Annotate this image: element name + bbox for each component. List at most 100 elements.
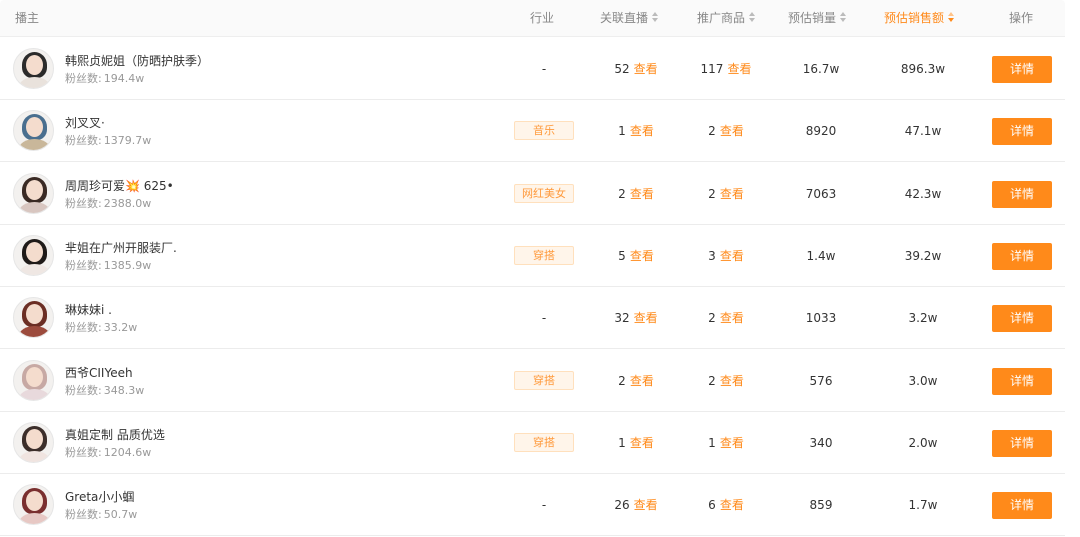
table-row: 韩熙贞妮姐（防晒护肤季） 粉丝数: 194.4w - 52 查看 117 查看 16.… xyxy=(0,38,1065,100)
table-row: 刘叉叉· 粉丝数: 1379.7w 音乐 1 查看 2 查看 8920 47.1w 详… xyxy=(0,100,1065,162)
revenue-cell: 1.7w xyxy=(908,498,938,512)
view-goods-link[interactable]: 查看 xyxy=(720,187,744,201)
industry-cell: 穿搭 xyxy=(514,225,574,287)
anchor-name[interactable]: 韩熙贞妮姐（防晒护肤季） xyxy=(65,52,209,69)
view-live-link[interactable]: 查看 xyxy=(630,249,654,263)
anchor-name[interactable]: 西爷CIIYeeh xyxy=(65,364,133,381)
view-live-link[interactable]: 查看 xyxy=(630,374,654,388)
industry-cell: - xyxy=(514,38,574,100)
fans-count: 粉丝数: 1379.7w xyxy=(65,132,151,148)
view-goods-link[interactable]: 查看 xyxy=(720,436,744,450)
sales-cell: 8920 xyxy=(805,124,837,138)
anchor-name[interactable]: 芈姐在广州开服装厂. xyxy=(65,239,177,256)
fans-count: 粉丝数: 1385.9w xyxy=(65,257,151,273)
live-count: 52 xyxy=(614,62,630,76)
goods-cell: 2 查看 xyxy=(686,350,766,412)
goods-count: 2 xyxy=(708,124,716,138)
column-sales-sort[interactable]: 预估销量 xyxy=(788,0,847,37)
view-live-link[interactable]: 查看 xyxy=(634,311,658,325)
avatar[interactable] xyxy=(13,360,54,401)
table-header: 播主 行业 关联直播 推广商品 预估销量 预估销售额 操作 xyxy=(0,0,1065,37)
live-count: 32 xyxy=(614,311,630,325)
sort-icon xyxy=(840,11,847,24)
fans-label: 粉丝数: xyxy=(65,321,102,334)
anchor-name[interactable]: 周周珍可爱💥 625• xyxy=(65,177,174,194)
avatar[interactable] xyxy=(13,235,54,276)
view-live-link[interactable]: 查看 xyxy=(630,436,654,450)
detail-button[interactable]: 详情 xyxy=(992,181,1052,208)
industry-tag: 穿搭 xyxy=(514,246,574,265)
goods-cell: 6 查看 xyxy=(686,474,766,536)
fans-count: 粉丝数: 194.4w xyxy=(65,70,144,86)
anchor-name[interactable]: 刘叉叉· xyxy=(65,114,105,131)
sort-icon xyxy=(948,11,955,24)
fans-count: 粉丝数: 2388.0w xyxy=(65,195,151,211)
table-row: Greta小小蝈 粉丝数: 50.7w - 26 查看 6 查看 859 1.7w 详… xyxy=(0,474,1065,536)
goods-cell: 2 查看 xyxy=(686,100,766,162)
revenue-cell: 3.0w xyxy=(908,374,938,388)
view-goods-link[interactable]: 查看 xyxy=(720,249,744,263)
industry-empty: - xyxy=(541,311,547,325)
goods-count: 2 xyxy=(708,311,716,325)
view-live-link[interactable]: 查看 xyxy=(634,62,658,76)
revenue-cell: 896.3w xyxy=(900,62,946,76)
view-live-link[interactable]: 查看 xyxy=(630,187,654,201)
avatar[interactable] xyxy=(13,484,54,525)
avatar[interactable] xyxy=(13,297,54,338)
industry-cell: 网红美女 xyxy=(514,163,574,225)
industry-tag: 穿搭 xyxy=(514,371,574,390)
fans-label: 粉丝数: xyxy=(65,446,102,459)
view-goods-link[interactable]: 查看 xyxy=(720,498,744,512)
avatar[interactable] xyxy=(13,110,54,151)
fans-count: 粉丝数: 348.3w xyxy=(65,382,144,398)
live-cell: 2 查看 xyxy=(596,163,676,225)
view-live-link[interactable]: 查看 xyxy=(630,124,654,138)
column-anchor: 播主 xyxy=(15,11,40,25)
detail-button[interactable]: 详情 xyxy=(992,243,1052,270)
goods-count: 2 xyxy=(708,187,716,201)
live-cell: 5 查看 xyxy=(596,225,676,287)
anchor-name[interactable]: Greta小小蝈 xyxy=(65,488,134,505)
industry-empty: - xyxy=(541,62,547,76)
column-live-sort[interactable]: 关联直播 xyxy=(600,0,659,37)
column-revenue-sort[interactable]: 预估销售额 xyxy=(884,0,955,37)
anchor-name[interactable]: 真姐定制 品质优选 xyxy=(65,426,165,443)
detail-button[interactable]: 详情 xyxy=(992,492,1052,519)
detail-button[interactable]: 详情 xyxy=(992,118,1052,145)
goods-count: 1 xyxy=(708,436,716,450)
industry-tag: 网红美女 xyxy=(514,184,574,203)
fans-label: 粉丝数: xyxy=(65,508,102,521)
column-goods-sort[interactable]: 推广商品 xyxy=(697,0,756,37)
goods-count: 117 xyxy=(700,62,724,76)
column-action: 操作 xyxy=(1009,11,1034,25)
view-goods-link[interactable]: 查看 xyxy=(720,124,744,138)
sales-cell: 7063 xyxy=(805,187,837,201)
view-goods-link[interactable]: 查看 xyxy=(727,62,751,76)
live-cell: 2 查看 xyxy=(596,350,676,412)
view-goods-link[interactable]: 查看 xyxy=(720,374,744,388)
live-cell: 1 查看 xyxy=(596,100,676,162)
fans-value: 33.2w xyxy=(103,321,138,334)
goods-cell: 2 查看 xyxy=(686,287,766,349)
avatar[interactable] xyxy=(13,422,54,463)
table-row: 真姐定制 品质优选 粉丝数: 1204.6w 穿搭 1 查看 1 查看 340 2.0… xyxy=(0,412,1065,474)
fans-label: 粉丝数: xyxy=(65,384,102,397)
view-live-link[interactable]: 查看 xyxy=(634,498,658,512)
anchor-name[interactable]: 琳妹妹i . xyxy=(65,301,112,318)
table-row: 芈姐在广州开服装厂. 粉丝数: 1385.9w 穿搭 5 查看 3 查看 1.4w 3… xyxy=(0,225,1065,287)
fans-value: 50.7w xyxy=(103,508,138,521)
view-goods-link[interactable]: 查看 xyxy=(720,311,744,325)
detail-button[interactable]: 详情 xyxy=(992,305,1052,332)
detail-button[interactable]: 详情 xyxy=(992,430,1052,457)
live-cell: 32 查看 xyxy=(596,287,676,349)
detail-button[interactable]: 详情 xyxy=(992,56,1052,83)
fans-label: 粉丝数: xyxy=(65,134,102,147)
avatar[interactable] xyxy=(13,173,54,214)
anchor-ranking-table: 播主 行业 关联直播 推广商品 预估销量 预估销售额 操作 韩熙贞妮姐（防晒护肤… xyxy=(0,0,1065,537)
live-cell: 26 查看 xyxy=(596,474,676,536)
detail-button[interactable]: 详情 xyxy=(992,368,1052,395)
goods-cell: 2 查看 xyxy=(686,163,766,225)
fans-count: 粉丝数: 1204.6w xyxy=(65,444,151,460)
avatar[interactable] xyxy=(13,48,54,89)
fans-label: 粉丝数: xyxy=(65,197,102,210)
